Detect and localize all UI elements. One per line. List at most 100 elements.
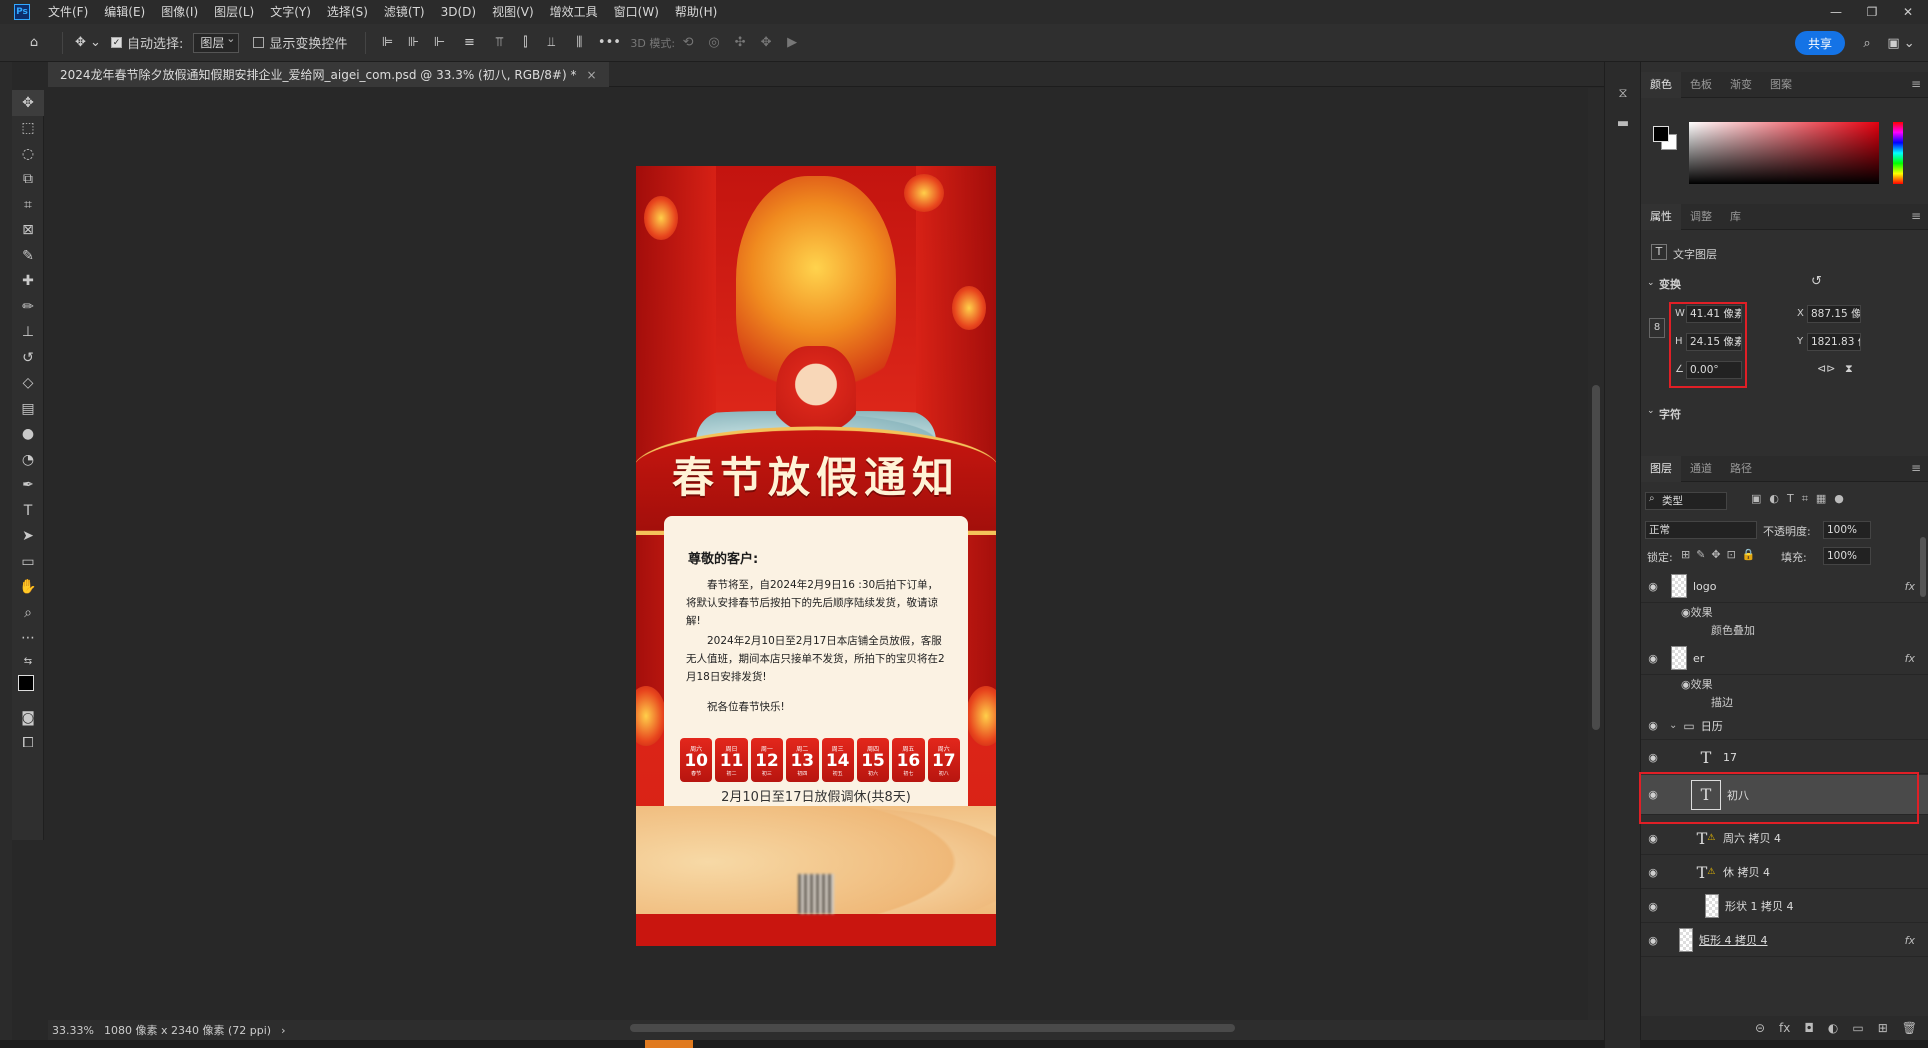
gradient-tool-icon[interactable]: ▤ [12, 396, 44, 422]
zoom-tool-icon[interactable]: ⌕ [12, 600, 44, 626]
eyedropper-tool-icon[interactable]: ✎ [12, 243, 44, 269]
flip-vertical-icon[interactable]: ⧗ [1845, 362, 1853, 376]
menu-select[interactable]: 选择(S) [319, 0, 376, 24]
document-tab[interactable]: 2024龙年春节除夕放假通知假期安排企业_爱给网_aigei_com.psd @… [48, 62, 609, 87]
tab-color[interactable]: 颜色 [1641, 71, 1681, 98]
new-layer-icon[interactable]: ⊞ [1878, 1021, 1888, 1035]
history-brush-icon[interactable]: ↺ [12, 345, 44, 371]
dodge-tool-icon[interactable]: ◔ [12, 447, 44, 473]
distribute-icon[interactable]: ≡ [452, 30, 486, 56]
search-icon[interactable]: ⌕ [1855, 30, 1879, 56]
restore-button[interactable]: ❐ [1854, 0, 1890, 24]
frame-tool-icon[interactable]: ⊠ [12, 218, 44, 244]
brush-tool-icon[interactable]: ✏ [12, 294, 44, 320]
blend-mode-dropdown[interactable]: 正常 [1645, 521, 1757, 539]
layers-scrollbar[interactable] [1920, 537, 1926, 597]
object-select-tool-icon[interactable]: ⧉ [12, 167, 44, 193]
opacity-field[interactable]: 100% [1823, 521, 1871, 539]
zoom-level[interactable]: 33.33% [52, 1024, 100, 1037]
status-menu-arrow[interactable]: › [281, 1024, 285, 1037]
filter-icons[interactable]: ▣◐T⌗▦● [1751, 492, 1852, 506]
clone-stamp-icon[interactable]: ⊥ [12, 320, 44, 346]
marquee-tool-icon[interactable]: ⬚ [12, 116, 44, 142]
chevron-down-icon[interactable]: ⌄ [1647, 406, 1655, 416]
tab-paths[interactable]: 路径 [1721, 456, 1761, 482]
screen-mode-icon[interactable]: ⧠ [12, 731, 44, 757]
rectangle-tool-icon[interactable]: ▭ [12, 549, 44, 575]
menu-type[interactable]: 文字(Y) [262, 0, 319, 24]
close-tab-icon[interactable]: × [586, 68, 596, 82]
layer-row[interactable]: ◉ T ⚠ 周六 拷贝 4 [1641, 822, 1928, 855]
reset-icon[interactable]: ↺ [1811, 274, 1822, 289]
chevron-down-icon[interactable]: ⌄ [1647, 278, 1655, 288]
align-right-icon[interactable]: ⊩ [426, 30, 452, 56]
more-tools-icon[interactable]: ⋯ [12, 626, 44, 652]
add-mask-icon[interactable]: ◘ [1804, 1021, 1814, 1035]
menu-layer[interactable]: 图层(L) [206, 0, 262, 24]
lasso-tool-icon[interactable]: ◌ [12, 141, 44, 167]
align-middle-icon[interactable]: ⫿ [512, 30, 538, 56]
type-tool-icon[interactable]: T [12, 498, 44, 524]
menu-help[interactable]: 帮助(H) [667, 0, 725, 24]
home-icon[interactable]: ⌂ [14, 30, 54, 56]
layer-row[interactable]: ◉ T ⚠ 休 拷贝 4 [1641, 856, 1928, 889]
new-group-icon[interactable]: ▭ [1852, 1021, 1863, 1035]
add-style-icon[interactable]: fx [1779, 1021, 1790, 1035]
panel-menu-icon[interactable]: ≡ [1911, 77, 1921, 91]
path-select-icon[interactable]: ➤ [12, 524, 44, 550]
align-center-icon[interactable]: ⊪ [400, 30, 426, 56]
y-position-field[interactable]: 1821.83 像 [1807, 333, 1861, 351]
workspace-icon[interactable]: ▣ ⌄ [1884, 30, 1918, 56]
distribute-vertical-icon[interactable]: ⫼ [564, 30, 594, 56]
panel-menu-icon[interactable]: ≡ [1911, 209, 1921, 223]
adjustment-layer-icon[interactable]: ◐ [1828, 1021, 1838, 1035]
layer-row[interactable]: ◉ 形状 1 拷贝 4 [1641, 890, 1928, 923]
lock-icons[interactable]: ⊞✎✥⊡🔒 [1681, 548, 1762, 561]
fx-icon[interactable]: fx [1905, 580, 1915, 593]
tab-patterns[interactable]: 图案 [1761, 72, 1801, 98]
layer-row[interactable]: ◉ er fx [1641, 642, 1928, 675]
hue-slider[interactable] [1893, 122, 1903, 184]
eye-icon[interactable]: ◉ [1681, 678, 1691, 691]
menu-file[interactable]: 文件(F) [40, 0, 96, 24]
chevron-down-icon[interactable]: ⌄ [1669, 720, 1677, 731]
crop-tool-icon[interactable]: ⌗ [12, 192, 44, 218]
eye-icon[interactable]: ◉ [1681, 606, 1691, 619]
x-position-field[interactable]: 887.15 像素 [1807, 305, 1861, 323]
layer-group-row[interactable]: ◉ ⌄ ▭ 日历 [1641, 712, 1928, 740]
history-icon[interactable]: ⧖ [1605, 78, 1641, 108]
foreground-swatch[interactable] [1653, 126, 1669, 142]
eraser-tool-icon[interactable]: ◇ [12, 371, 44, 397]
swap-colors-icon[interactable]: ⇆ [12, 651, 44, 671]
fx-icon[interactable]: fx [1905, 934, 1915, 947]
tab-gradients[interactable]: 渐变 [1721, 72, 1761, 98]
tab-swatches[interactable]: 色板 [1681, 72, 1721, 98]
healing-brush-icon[interactable]: ✚ [12, 269, 44, 295]
tab-layers[interactable]: 图层 [1641, 455, 1681, 482]
orbit-3d-icon[interactable]: ⟲ [675, 30, 701, 56]
camera-3d-icon[interactable]: ▶ [779, 30, 805, 56]
tab-libraries[interactable]: 库 [1721, 204, 1750, 230]
layer-row[interactable]: ◉ 矩形 4 拷贝 4 fx [1641, 924, 1928, 957]
share-button[interactable]: 共享 [1795, 31, 1845, 55]
tab-channels[interactable]: 通道 [1681, 456, 1721, 482]
menu-view[interactable]: 视图(V) [484, 0, 542, 24]
quick-mask-icon[interactable]: ◙ [12, 705, 44, 731]
eye-icon[interactable]: ◉ [1641, 900, 1665, 913]
layer-filter-dropdown[interactable]: 类型 [1645, 492, 1727, 510]
layer-row[interactable]: ◉ T 17 [1641, 741, 1928, 774]
pan-3d-icon[interactable]: ✣ [727, 30, 753, 56]
blur-tool-icon[interactable]: ● [12, 422, 44, 448]
eye-icon[interactable]: ◉ [1641, 580, 1665, 593]
pen-tool-icon[interactable]: ✒ [12, 473, 44, 499]
link-layers-icon[interactable]: ⊝ [1755, 1021, 1765, 1035]
roll-3d-icon[interactable]: ◎ [701, 30, 727, 56]
align-top-icon[interactable]: ⫪ [486, 30, 512, 56]
show-transform-checkbox[interactable]: 显示变换控件 [253, 30, 347, 56]
move-tool-icon[interactable]: ✥ [12, 90, 44, 116]
color-field[interactable] [1689, 122, 1879, 184]
menu-edit[interactable]: 编辑(E) [96, 0, 153, 24]
eye-icon[interactable]: ◉ [1641, 719, 1665, 732]
eye-icon[interactable]: ◉ [1641, 866, 1665, 879]
vertical-scroll-thumb[interactable] [1592, 385, 1600, 730]
